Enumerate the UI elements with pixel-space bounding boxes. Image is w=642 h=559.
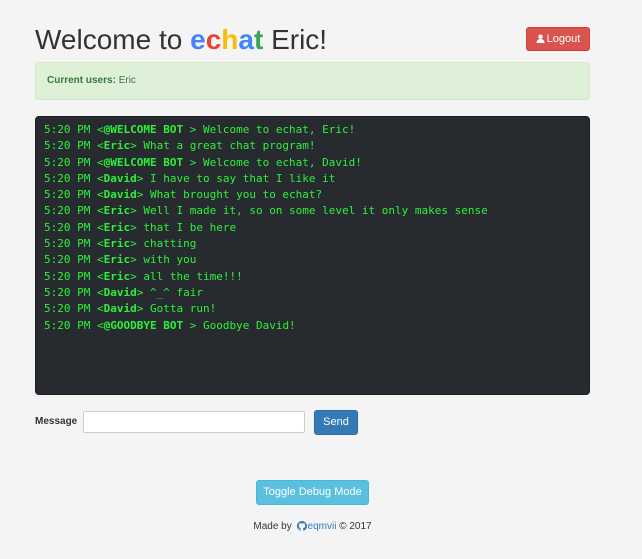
message-text: What brought you to echat? <box>149 188 323 202</box>
toggle-debug-button[interactable]: Toggle Debug Mode <box>256 480 369 505</box>
chat-message: 5:20 PM <Eric> all the time!!! <box>44 269 243 283</box>
current-users-label: Current users: <box>47 75 116 86</box>
sender-suffix <box>183 319 190 332</box>
message-text: that I be here <box>143 220 237 234</box>
chat-message: 5:20 PM <Eric> Well I made it, so on som… <box>44 204 488 218</box>
message-text: with you <box>143 253 197 267</box>
author-link[interactable]: eqmvii <box>308 521 337 532</box>
chat-log[interactable]: 5:20 PM <@WELCOME BOT > Welcome to echat… <box>35 116 590 395</box>
message-text: Welcome to echat, Eric! <box>202 123 356 136</box>
message-text: Well I made it, so on some level it only… <box>143 204 488 218</box>
message-sender: Eric <box>103 269 131 283</box>
chat-message: 5:20 PM <Eric> that I be here <box>44 220 237 234</box>
message-time: 5:20 PM <box>44 269 91 283</box>
message-time: 5:20 PM <box>44 285 91 299</box>
footer-copyright: © 2017 <box>339 521 372 532</box>
message-sender: Eric <box>103 204 131 218</box>
message-time: 5:20 PM <box>44 237 91 251</box>
message-time: 5:20 PM <box>44 155 91 169</box>
logout-button[interactable]: Logout <box>526 27 590 51</box>
chat-message: 5:20 PM <Eric> What a great chat program… <box>44 139 316 153</box>
message-sender: Eric <box>103 139 131 153</box>
message-sender: Eric <box>103 253 131 267</box>
chat-message: 5:20 PM <@WELCOME BOT > Welcome to echat… <box>44 123 356 136</box>
sender-suffix <box>183 123 190 136</box>
message-time: 5:20 PM <box>44 123 91 136</box>
send-button[interactable]: Send <box>314 410 358 435</box>
message-text: What a great chat program! <box>143 139 316 153</box>
chat-message: 5:20 PM <David> Gotta run! <box>44 302 217 316</box>
logout-label: Logout <box>546 33 581 45</box>
message-text: ^_^ fair <box>149 285 203 299</box>
message-time: 5:20 PM <box>44 188 91 202</box>
chat-message: 5:20 PM <David> What brought you to echa… <box>44 188 323 202</box>
chat-message: 5:20 PM <Eric> chatting <box>44 237 197 251</box>
message-time: 5:20 PM <box>44 139 91 153</box>
brand-letter: e <box>190 24 206 55</box>
chat-message: 5:20 PM <David> ^_^ fair <box>44 285 203 299</box>
chat-message: 5:20 PM <@WELCOME BOT > Welcome to echat… <box>44 155 362 169</box>
message-time: 5:20 PM <box>44 318 91 332</box>
message-time: 5:20 PM <box>44 204 91 218</box>
brand-letter: a <box>238 24 254 55</box>
message-sender: Eric <box>103 237 131 251</box>
message-sender: Eric <box>103 220 131 234</box>
message-label: Message <box>35 416 78 427</box>
message-sender: David <box>103 285 137 299</box>
github-icon <box>296 521 307 536</box>
message-time: 5:20 PM <box>44 302 91 316</box>
user-icon <box>536 29 545 51</box>
username-label: Eric! <box>271 24 328 55</box>
message-sender: @GOODBYE BOT <box>103 318 184 332</box>
footer-made-by: Made by <box>253 521 292 532</box>
message-time: 5:20 PM <box>44 171 91 185</box>
chat-message: 5:20 PM <@GOODBYE BOT > Goodbye David! <box>44 318 296 332</box>
message-text: all the time!!! <box>143 269 243 283</box>
brand-logo: echat <box>190 24 263 55</box>
welcome-prefix: Welcome to <box>35 24 183 55</box>
brand-letter: c <box>205 24 222 55</box>
message-sender: David <box>103 171 137 185</box>
message-text: chatting <box>143 237 197 251</box>
message-text: Welcome to echat, David! <box>202 155 362 169</box>
sender-suffix <box>183 156 190 169</box>
chat-message: 5:20 PM <David> I have to say that I lik… <box>44 171 336 185</box>
chat-message: 5:20 PM <Eric> with you <box>44 253 197 267</box>
current-users-panel: Current users: Eric <box>35 62 590 100</box>
page-title: Welcome to echat Eric! <box>35 22 327 58</box>
message-input[interactable] <box>83 411 305 433</box>
message-time: 5:20 PM <box>44 220 91 234</box>
message-text: Gotta run! <box>149 302 217 316</box>
message-text: Goodbye David! <box>202 318 296 332</box>
message-sender: @WELCOME BOT <box>103 123 184 136</box>
echat-page: Welcome to echat Eric! Logout Current us… <box>0 0 642 559</box>
footer: Made by eqmvii © 2017 <box>0 520 625 536</box>
message-sender: @WELCOME BOT <box>103 155 184 169</box>
message-text: I have to say that I like it <box>149 171 336 185</box>
message-time: 5:20 PM <box>44 253 91 267</box>
current-users-list: Eric <box>118 75 136 86</box>
brand-letter: h <box>221 24 239 55</box>
message-sender: David <box>103 302 137 316</box>
message-sender: David <box>103 188 137 202</box>
brand-letter: t <box>253 24 264 55</box>
